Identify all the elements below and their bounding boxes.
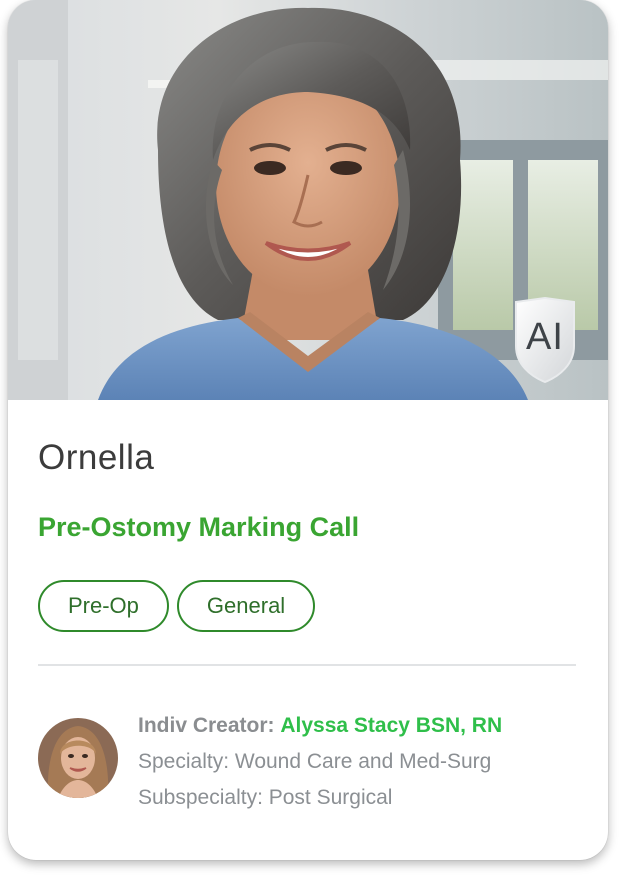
creator-name-link[interactable]: Alyssa Stacy BSN, RN: [280, 714, 502, 737]
creator-info: Indiv Creator: Alyssa Stacy BSN, RN Spec…: [138, 708, 598, 816]
tag-list: Pre-Op General: [38, 580, 316, 632]
call-title: Pre-Ostomy Marking Call: [38, 512, 360, 542]
character-name: Ornella: [38, 438, 155, 477]
character-card[interactable]: AI Ornella Pre-Ostomy Marking Call Pre-O…: [8, 0, 608, 860]
hero-portrait-image: AI: [8, 0, 608, 400]
divider: [38, 664, 576, 666]
creator-specialty: Specialty: Wound Care and Med-Surg: [138, 750, 492, 773]
creator-row: Indiv Creator: Alyssa Stacy BSN, RN: [138, 708, 598, 744]
creator-avatar[interactable]: [38, 718, 118, 798]
avatar-photo: [38, 718, 118, 798]
tag-general[interactable]: General: [176, 580, 316, 632]
tag-pre-op[interactable]: Pre-Op: [38, 580, 169, 632]
creator-subspecialty: Subspecialty: Post Surgical: [138, 786, 393, 809]
ai-badge-label: AI: [526, 316, 564, 358]
creator-label: Indiv Creator:: [138, 714, 275, 737]
ai-badge: AI: [512, 296, 578, 384]
